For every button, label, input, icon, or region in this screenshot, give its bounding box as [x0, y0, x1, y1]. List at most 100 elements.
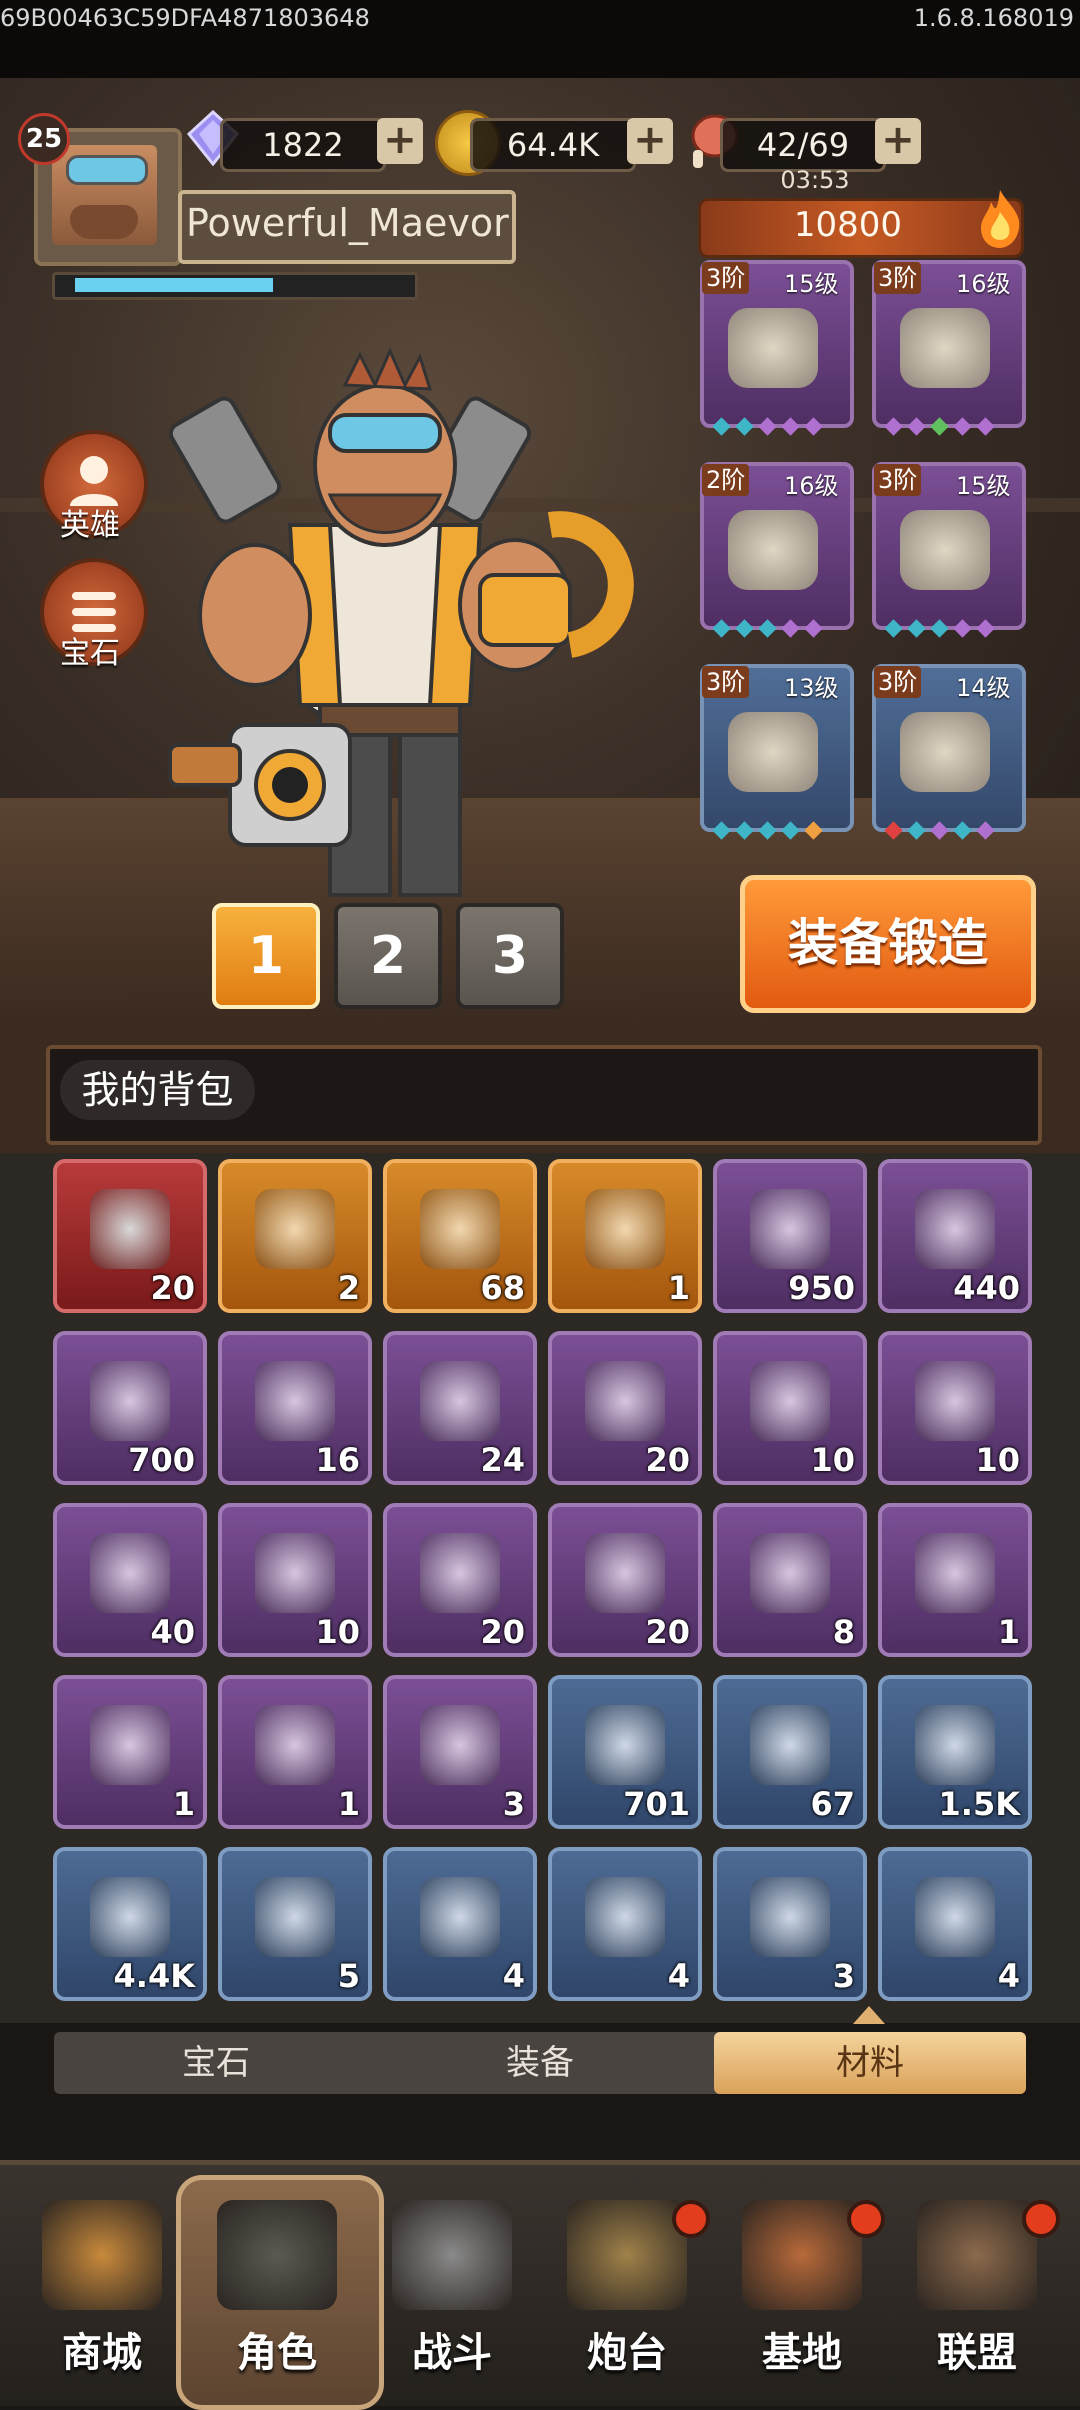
key-icon [585, 1189, 665, 1269]
gem-dot-icon [930, 417, 949, 436]
notification-dot-icon [672, 2200, 710, 2238]
tab-equipment[interactable]: 装备 [378, 2032, 702, 2094]
skull-gem-icon [750, 1705, 830, 1785]
nav-label: 商城 [62, 2330, 142, 2376]
item-count: 1 [172, 1785, 195, 1823]
flame-icon [981, 190, 1020, 248]
inventory-item[interactable]: 10 [878, 1331, 1032, 1485]
inventory-item[interactable]: 1 [218, 1675, 372, 1829]
beard-icon [70, 205, 138, 239]
gem-dot-icon [930, 821, 949, 840]
inventory-item[interactable]: 3 [713, 1847, 867, 2001]
inventory-item[interactable]: 10 [713, 1331, 867, 1485]
gem-dot-icon [804, 417, 823, 436]
inventory-item[interactable]: 3 [383, 1675, 537, 1829]
player-name: Powerful_Maevor [186, 201, 509, 245]
rocket-blueprint-icon [915, 1361, 995, 1441]
gem-dot-icon [735, 821, 754, 840]
item-count: 701 [623, 1785, 690, 1823]
inventory-item[interactable]: 20 [548, 1331, 702, 1485]
inventory-item[interactable]: 10 [218, 1503, 372, 1657]
equipment-gem-dots [710, 619, 856, 644]
core-disc-icon [90, 1705, 170, 1785]
nav-label: 联盟 [937, 2330, 1017, 2376]
power-value: 10800 [793, 205, 903, 245]
equipment-gem-dots [882, 417, 1028, 442]
ticket-icon [420, 1705, 500, 1785]
gem-dot-icon [907, 619, 926, 638]
gem-dot-icon [976, 417, 995, 436]
binocular-blueprint-icon [585, 1361, 665, 1441]
inventory-item[interactable]: 950 [713, 1159, 867, 1313]
equipment-tier: 3阶 [874, 464, 922, 496]
gem-dot-icon [953, 821, 972, 840]
tab-materials[interactable]: 材料 [714, 2032, 1026, 2094]
inventory-item[interactable]: 4.4K [53, 1847, 207, 2001]
loadout-tab-2[interactable]: 2 [334, 903, 442, 1009]
loadout-tab-3[interactable]: 3 [456, 903, 564, 1009]
inventory-item[interactable]: 16 [218, 1331, 372, 1485]
avatar[interactable] [52, 145, 157, 245]
hero-button-label: 英雄 [60, 508, 120, 543]
nav-label: 基地 [762, 2330, 842, 2376]
gem-button-label: 宝石 [60, 636, 120, 671]
tab-gems[interactable]: 宝石 [54, 2032, 378, 2094]
alliance-banner-icon [917, 2200, 1037, 2310]
inventory-item[interactable]: 24 [383, 1331, 537, 1485]
equipment-level: 15级 [784, 270, 839, 298]
notification-dot-icon [1022, 2200, 1060, 2238]
gem-dot-icon [976, 821, 995, 840]
add-coins-button[interactable]: + [627, 118, 673, 164]
item-count: 20 [645, 1441, 690, 1479]
hero-character [168, 347, 634, 897]
inventory-item[interactable]: 700 [53, 1331, 207, 1485]
equipment-forge-button[interactable]: 装备锻造 [740, 875, 1036, 1013]
item-count: 4 [667, 1957, 690, 1995]
gems-value: 1822 [262, 126, 344, 164]
item-count: 4.4K [113, 1957, 195, 1995]
item-count: 20 [645, 1613, 690, 1651]
inventory-item[interactable]: 440 [878, 1159, 1032, 1313]
badge-coin-icon [585, 1705, 665, 1785]
inventory-panel: 20 2 68 1 950 440 700 16 24 20 10 10 40 10 20 20 8 1 1 1 3 70… [0, 1153, 1080, 2023]
add-gems-button[interactable]: + [377, 118, 423, 164]
inventory-item[interactable]: 1 [548, 1159, 702, 1313]
inventory-item[interactable]: 20 [383, 1503, 537, 1657]
inventory-item[interactable]: 2 [218, 1159, 372, 1313]
loadout-tab-1[interactable]: 1 [212, 903, 320, 1009]
stamina-value: 42/69 [756, 126, 850, 164]
inventory-item[interactable]: 4 [383, 1847, 537, 2001]
inventory-item[interactable]: 4 [878, 1847, 1032, 2001]
crystal-ore-icon [255, 1705, 335, 1785]
stamina-counter: 42/69 [720, 118, 886, 172]
inventory-item[interactable]: 20 [53, 1159, 207, 1313]
inventory-item[interactable]: 68 [383, 1159, 537, 1313]
item-count: 950 [788, 1269, 855, 1307]
inventory-item[interactable]: 4 [548, 1847, 702, 2001]
inventory-item[interactable]: 1 [878, 1503, 1032, 1657]
cannon-icon [567, 2200, 687, 2310]
inventory-item[interactable]: 20 [548, 1503, 702, 1657]
boots-icon [728, 712, 818, 792]
coins-counter: 64.4K [470, 118, 636, 172]
item-count: 440 [953, 1269, 1020, 1307]
add-stamina-button[interactable]: + [875, 118, 921, 164]
inventory-item[interactable]: 1.5K [878, 1675, 1032, 1829]
inventory-item[interactable]: 8 [713, 1503, 867, 1657]
gem-dot-icon [781, 619, 800, 638]
equipment-level: 16级 [956, 270, 1011, 298]
gem-dot-icon [735, 619, 754, 638]
gem-dot-icon [930, 619, 949, 638]
item-count: 5 [337, 1957, 360, 1995]
equipment-gem-dots [710, 417, 856, 442]
inventory-item[interactable]: 1 [53, 1675, 207, 1829]
inventory-item[interactable]: 701 [548, 1675, 702, 1829]
inventory-item[interactable]: 67 [713, 1675, 867, 1829]
inventory-item[interactable]: 40 [53, 1503, 207, 1657]
gems-counter: 1822 [220, 118, 386, 172]
nav-label: 炮台 [587, 2330, 667, 2376]
item-count: 10 [810, 1441, 855, 1479]
equipment-tier: 2阶 [702, 464, 750, 496]
inventory-item[interactable]: 5 [218, 1847, 372, 2001]
item-count: 700 [128, 1441, 195, 1479]
